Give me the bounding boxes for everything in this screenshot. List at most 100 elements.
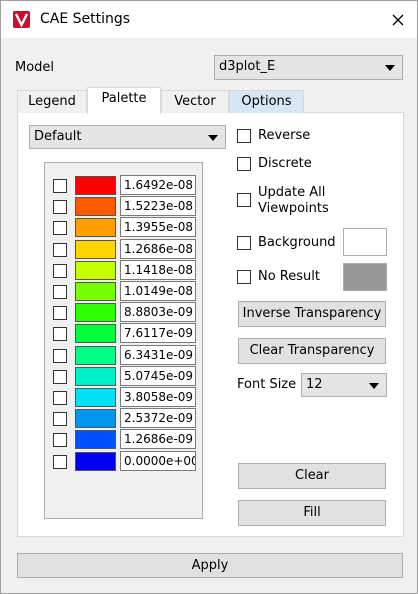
palette-row-checkbox[interactable] xyxy=(53,433,67,448)
palette-row: 1.2686e-08 xyxy=(53,238,203,260)
app-logo-icon xyxy=(13,11,30,28)
palette-value-input[interactable]: 1.2686e-09 xyxy=(120,429,196,450)
no-result-checkbox[interactable] xyxy=(237,270,251,284)
palette-row-checkbox[interactable] xyxy=(53,200,67,215)
palette-color-swatch[interactable] xyxy=(75,366,116,386)
palette-row: 1.6492e-08 xyxy=(53,175,203,196)
palette-row: 1.0149e-08 xyxy=(53,281,203,302)
window-title: CAE Settings xyxy=(40,11,131,27)
palette-value-input[interactable]: 1.5223e-08 xyxy=(120,196,196,217)
clear-transparency-label: Clear Transparency xyxy=(249,343,375,358)
font-size-dropdown[interactable]: 12 xyxy=(301,373,387,397)
fill-label: Fill xyxy=(303,505,321,520)
palette-row-checkbox[interactable] xyxy=(53,412,67,427)
settings-window: CAE Settings Model d3plot_E Legend Palet… xyxy=(0,0,418,594)
palette-color-swatch[interactable] xyxy=(75,409,116,429)
palette-value-input[interactable]: 1.0149e-08 xyxy=(120,281,196,301)
palette-value-input[interactable]: 1.1418e-08 xyxy=(120,259,196,280)
palette-row: 1.5223e-08 xyxy=(53,196,203,217)
background-label: Background xyxy=(258,235,336,250)
font-size-label: Font Size xyxy=(237,377,297,392)
apply-label: Apply xyxy=(191,558,229,573)
model-dropdown[interactable]: d3plot_E xyxy=(214,55,403,80)
palette-value-input[interactable]: 3.8058e-09 xyxy=(120,387,196,407)
palette-value-input[interactable]: 5.0745e-09 xyxy=(120,365,196,386)
background-checkbox[interactable] xyxy=(237,236,251,250)
palette-row: 6.3431e-09 xyxy=(53,344,203,366)
palette-row: 5.0745e-09 xyxy=(53,365,203,387)
palette-row: 7.6117e-09 xyxy=(53,323,203,344)
palette-row-checkbox[interactable] xyxy=(53,242,67,257)
palette-color-swatch[interactable] xyxy=(75,451,116,471)
tab-options[interactable]: Options xyxy=(229,90,304,113)
palette-value-input[interactable]: 0.0000e+00 xyxy=(120,450,196,471)
update-all-label-line1: Update All xyxy=(258,185,326,200)
palette-row: 1.1418e-08 xyxy=(53,259,203,281)
palette-color-swatch[interactable] xyxy=(75,197,116,217)
no-result-color-picker[interactable] xyxy=(343,263,387,291)
title-bar: CAE Settings xyxy=(1,1,417,38)
discrete-label: Discrete xyxy=(258,156,312,171)
close-button[interactable] xyxy=(385,7,411,33)
chevron-down-icon xyxy=(208,135,218,141)
palette-color-swatch[interactable] xyxy=(75,239,116,259)
model-label: Model xyxy=(15,60,55,75)
palette-row-checkbox[interactable] xyxy=(53,221,67,236)
palette-color-swatch[interactable] xyxy=(75,388,116,407)
reverse-label: Reverse xyxy=(258,128,311,143)
palette-color-swatch[interactable] xyxy=(75,345,116,365)
palette-color-swatch[interactable] xyxy=(75,430,116,450)
palette-row-checkbox[interactable] xyxy=(53,348,67,363)
palette-row: 8.8803e-09 xyxy=(53,302,203,323)
palette-row-checkbox[interactable] xyxy=(53,306,67,321)
tab-vector[interactable]: Vector xyxy=(161,90,229,113)
apply-button[interactable]: Apply xyxy=(17,553,403,578)
fill-button[interactable]: Fill xyxy=(238,500,386,526)
palette-color-swatch[interactable] xyxy=(75,260,116,280)
chevron-down-icon xyxy=(369,383,379,389)
palette-color-swatch[interactable] xyxy=(75,303,116,323)
palette-value-input[interactable]: 1.2686e-08 xyxy=(120,238,196,259)
palette-row-checkbox[interactable] xyxy=(53,327,67,342)
chevron-down-icon xyxy=(385,65,395,71)
palette-row: 3.8058e-09 xyxy=(53,387,203,408)
palette-value-input[interactable]: 1.6492e-08 xyxy=(120,175,196,195)
clear-button[interactable]: Clear xyxy=(238,463,386,489)
inverse-transparency-label: Inverse Transparency xyxy=(242,306,382,321)
model-value: d3plot_E xyxy=(219,59,276,74)
palette-row: 1.2686e-09 xyxy=(53,429,203,450)
palette-color-swatch[interactable] xyxy=(75,218,116,238)
palette-color-swatch[interactable] xyxy=(75,324,116,344)
palette-row: 0.0000e+00 xyxy=(53,450,203,472)
palette-preset-value: Default xyxy=(34,129,82,144)
palette-row-checkbox[interactable] xyxy=(53,369,67,384)
background-color-picker[interactable] xyxy=(343,228,387,256)
palette-row-checkbox[interactable] xyxy=(53,263,67,278)
palette-value-input[interactable]: 8.8803e-09 xyxy=(120,302,196,323)
font-size-value: 12 xyxy=(306,377,323,392)
clear-label: Clear xyxy=(295,468,329,483)
discrete-checkbox[interactable] xyxy=(237,157,251,171)
tab-legend[interactable]: Legend xyxy=(17,90,87,113)
reverse-checkbox[interactable] xyxy=(237,129,251,143)
update-all-viewpoints-checkbox[interactable] xyxy=(237,193,251,207)
palette-value-input[interactable]: 6.3431e-09 xyxy=(120,344,196,365)
clear-transparency-button[interactable]: Clear Transparency xyxy=(238,338,386,364)
palette-row: 1.3955e-08 xyxy=(53,217,203,238)
palette-value-input[interactable]: 7.6117e-09 xyxy=(120,323,196,344)
palette-preset-dropdown[interactable]: Default xyxy=(29,125,226,149)
close-icon xyxy=(392,14,404,26)
palette-row-checkbox[interactable] xyxy=(53,454,67,469)
palette-row: 2.5372e-09 xyxy=(53,408,203,429)
inverse-transparency-button[interactable]: Inverse Transparency xyxy=(238,301,386,327)
tab-palette[interactable]: Palette xyxy=(87,87,161,114)
update-all-label-line2: Viewpoints xyxy=(258,201,329,216)
palette-row-checkbox[interactable] xyxy=(53,179,67,193)
palette-value-input[interactable]: 2.5372e-09 xyxy=(120,408,196,429)
palette-row-checkbox[interactable] xyxy=(53,285,67,299)
palette-row-checkbox[interactable] xyxy=(53,391,67,405)
palette-value-input[interactable]: 1.3955e-08 xyxy=(120,217,196,238)
palette-color-swatch[interactable] xyxy=(75,176,116,195)
palette-color-swatch[interactable] xyxy=(75,282,116,301)
no-result-label: No Result xyxy=(258,269,320,284)
